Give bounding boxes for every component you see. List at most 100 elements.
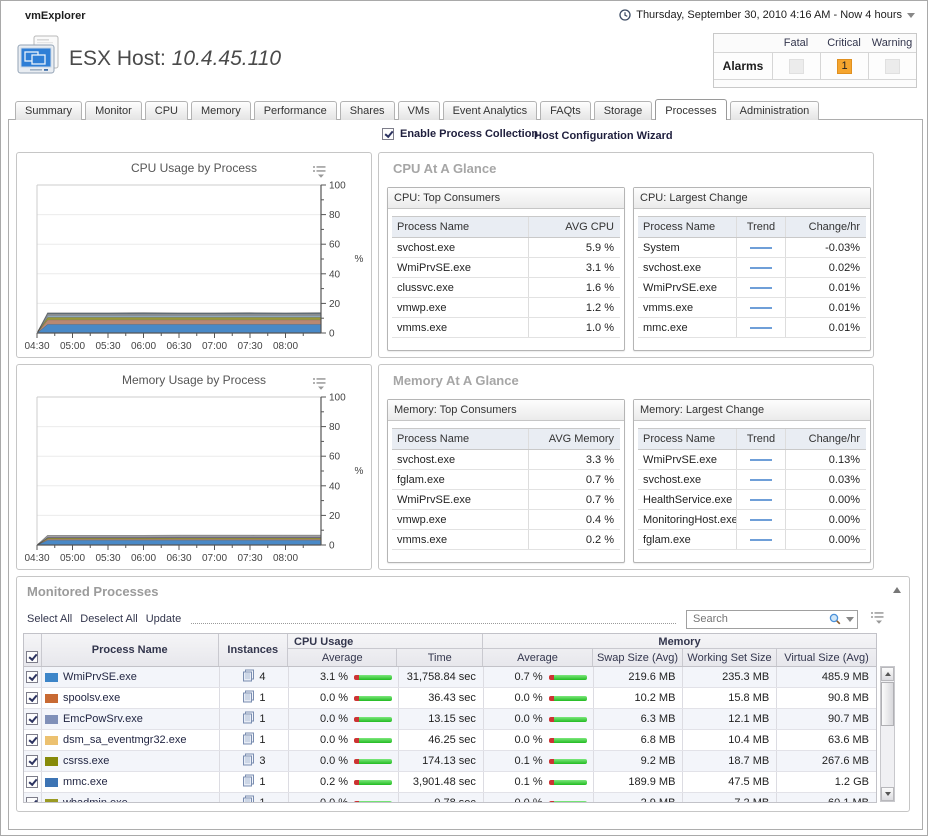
row-checkbox[interactable] [26, 797, 38, 803]
search-options-caret-icon[interactable] [846, 617, 854, 622]
memory-glance-title: Memory At A Glance [393, 373, 519, 388]
row-checkbox[interactable] [26, 776, 38, 788]
process-name-cell: spoolsv.exe [42, 688, 220, 708]
memory-top-consumers-header: Memory: Top Consumers [388, 400, 624, 421]
table-row[interactable]: svchost.exe5.9 % [392, 238, 620, 258]
process-color-swatch [45, 673, 58, 682]
row-checkbox[interactable] [26, 734, 38, 746]
table-row[interactable]: vmms.exe0.2 % [392, 530, 620, 550]
instances-cell: 1 [220, 688, 290, 708]
tab-vms[interactable]: VMs [398, 101, 440, 120]
table-menu-icon[interactable] [870, 611, 885, 627]
cpu-subheader-row: AverageTime [288, 649, 482, 666]
table-row[interactable]: spoolsv.exe10.0 %36.43 sec0.0 %10.2 MB15… [24, 688, 876, 709]
enable-process-collection-checkbox[interactable] [382, 128, 394, 140]
row-checkbox[interactable] [26, 755, 38, 767]
table-row[interactable]: svchost.exe3.3 % [392, 450, 620, 470]
update-link[interactable]: Update [146, 613, 181, 625]
swap-size-cell: 219.6 MB [594, 667, 684, 687]
row-checkbox-cell [24, 709, 42, 729]
search-icon[interactable] [828, 612, 842, 626]
tab-event-analytics[interactable]: Event Analytics [443, 101, 538, 120]
svg-text:0: 0 [329, 541, 335, 552]
svg-text:%: % [355, 466, 364, 477]
column-header-process-name: Process Name [392, 433, 528, 445]
trend-sparkline [750, 479, 772, 481]
scrollbar-thumb[interactable] [881, 682, 894, 726]
table-row[interactable]: WmiPrvSE.exe3.1 % [392, 258, 620, 278]
table-row[interactable]: WmiPrvSE.exe43.1 %31,758.84 sec0.7 %219.… [24, 667, 876, 688]
table-row[interactable]: fglam.exe0.7 % [392, 470, 620, 490]
table-row[interactable]: vmwp.exe0.4 % [392, 510, 620, 530]
table-row[interactable]: svchost.exe0.03% [638, 470, 866, 490]
trend-sparkline [750, 307, 772, 309]
scroll-down-button[interactable] [881, 787, 894, 801]
table-row[interactable]: WmiPrvSE.exe0.7 % [392, 490, 620, 510]
table-row[interactable]: HealthService.exe0.00% [638, 490, 866, 510]
table-row[interactable]: EmcPowSrv.exe10.0 %13.15 sec0.0 %6.3 MB1… [24, 709, 876, 730]
table-row[interactable]: csrss.exe30.0 %174.13 sec0.1 %9.2 MB18.7… [24, 751, 876, 772]
table-scrollbar[interactable] [880, 666, 895, 802]
table-row[interactable]: dsm_sa_eventmgr32.exe10.0 %46.25 sec0.0 … [24, 730, 876, 751]
table-row[interactable]: wbadmin.exe10.0 %0.78 sec0.0 %2.9 MB7.2 … [24, 793, 876, 803]
table-row[interactable]: mmc.exe10.2 %3,901.48 sec0.1 %189.9 MB47… [24, 772, 876, 793]
svg-text:07:30: 07:30 [237, 341, 262, 352]
table-row[interactable]: vmms.exe1.0 % [392, 318, 620, 338]
row-checkbox[interactable] [26, 713, 38, 725]
svg-text:06:30: 06:30 [166, 341, 191, 352]
process-color-swatch [45, 736, 58, 745]
table-row[interactable]: MonitoringHost.exe0.00% [638, 510, 866, 530]
select-all-link[interactable]: Select All [27, 613, 72, 625]
tab-processes[interactable]: Processes [655, 99, 726, 120]
sparkbar-fill [554, 780, 587, 785]
tab-summary[interactable]: Summary [15, 101, 82, 120]
avg-value-cell: 1.0 % [528, 318, 620, 337]
tab-cpu[interactable]: CPU [145, 101, 188, 120]
time-range-selector[interactable]: Thursday, September 30, 2010 4:16 AM - N… [619, 9, 915, 21]
alarms-fatal-cell[interactable] [772, 53, 820, 79]
usage-sparkbar [354, 696, 392, 701]
memory-usage-chart-panel: Memory Usage by Process 020406080100%04:… [16, 364, 372, 570]
table-row[interactable]: System-0.03% [638, 238, 866, 258]
memory-largest-change-panel: Memory: Largest Change Process NameTrend… [633, 399, 871, 563]
alarms-warning-cell[interactable] [868, 53, 916, 79]
usage-sparkbar [354, 675, 392, 680]
cpu-largest-change-table: Process NameTrendChange/hrSystem-0.03%sv… [638, 216, 866, 338]
chevron-down-icon [907, 13, 915, 18]
instances-cell: 1 [220, 709, 290, 729]
tab-memory[interactable]: Memory [191, 101, 251, 120]
collapse-panel-icon[interactable] [893, 587, 901, 593]
column-header-working-set-size: Working Set Size [683, 649, 777, 666]
scroll-up-button[interactable] [881, 667, 894, 681]
tab-administration[interactable]: Administration [730, 101, 820, 120]
tab-monitor[interactable]: Monitor [85, 101, 142, 120]
host-configuration-wizard-link[interactable]: Host Configuration Wizard [534, 130, 673, 142]
memory-top-consumers-table: Process NameAVG Memorysvchost.exe3.3 %fg… [392, 428, 620, 550]
table-row[interactable]: fglam.exe0.00% [638, 530, 866, 550]
alarms-critical-cell[interactable]: 1 [820, 53, 868, 79]
critical-count-badge: 1 [837, 59, 852, 74]
search-input[interactable] [691, 612, 828, 626]
usage-sparkbar [354, 780, 392, 785]
monitored-processes-title: Monitored Processes [27, 584, 159, 599]
working-set-size-cell: 12.1 MB [683, 709, 777, 729]
tab-performance[interactable]: Performance [254, 101, 337, 120]
table-row[interactable]: vmwp.exe1.2 % [392, 298, 620, 318]
select-all-checkbox[interactable] [26, 651, 38, 663]
tab-shares[interactable]: Shares [340, 101, 395, 120]
table-row[interactable]: WmiPrvSE.exe0.01% [638, 278, 866, 298]
deselect-all-link[interactable]: Deselect All [80, 613, 137, 625]
row-checkbox[interactable] [26, 692, 38, 704]
table-row[interactable]: svchost.exe0.02% [638, 258, 866, 278]
table-row[interactable]: clussvc.exe1.6 % [392, 278, 620, 298]
average-value: 0.0 % [484, 797, 543, 803]
memory-average-cell: 0.0 % [484, 793, 594, 803]
table-row[interactable]: mmc.exe0.01% [638, 318, 866, 338]
trend-sparkline [750, 539, 772, 541]
row-checkbox[interactable] [26, 671, 38, 683]
tab-storage[interactable]: Storage [594, 101, 653, 120]
tab-faqts[interactable]: FAQts [540, 101, 591, 120]
table-row[interactable]: WmiPrvSE.exe0.13% [638, 450, 866, 470]
table-row[interactable]: vmms.exe0.01% [638, 298, 866, 318]
virtual-size-cell: 267.6 MB [777, 751, 876, 771]
